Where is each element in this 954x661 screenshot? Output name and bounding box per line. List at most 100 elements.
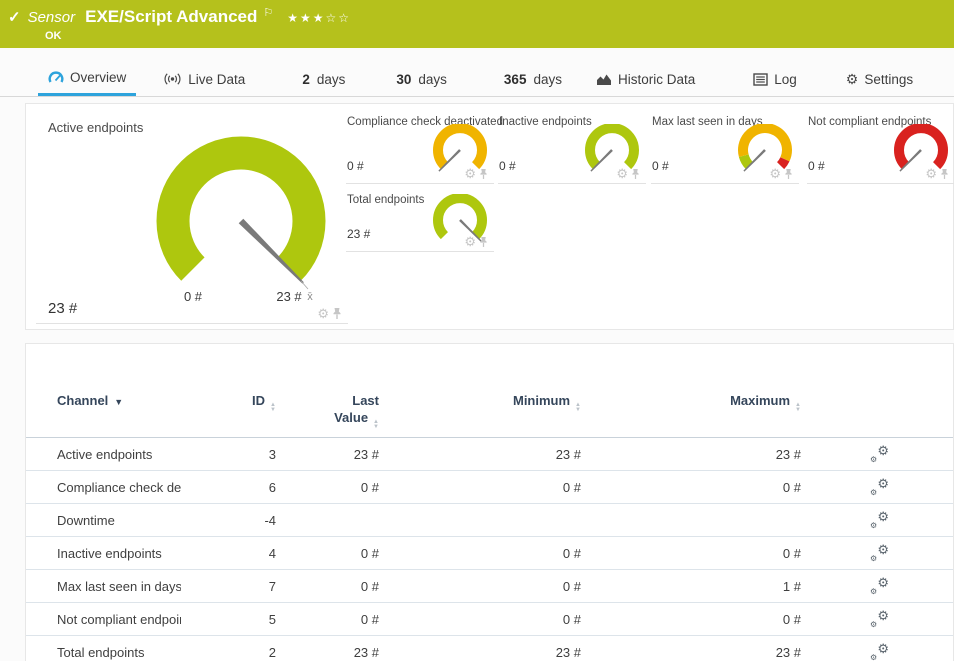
tab-bar: Overview Live Data 2 days 30 days 365 da…: [0, 62, 954, 97]
gauge-card-inactive-endpoints: Inactive endpoints 0 # ⚙: [498, 112, 646, 184]
column-label: Channel: [57, 393, 108, 408]
gauge-scale-min: 0 #: [184, 289, 203, 304]
gauge-card-not-compliant-endpoints: Not compliant endpoints 0 # ⚙: [807, 112, 954, 184]
sort-icon[interactable]: ▲▼: [795, 403, 801, 413]
channel-last-value-cell: 0 #: [276, 603, 379, 636]
sort-icon[interactable]: ▲▼: [575, 403, 581, 413]
column-label: Minimum: [513, 393, 570, 408]
pin-icon[interactable]: [332, 307, 342, 320]
column-header-maximum[interactable]: Maximum▲▼: [581, 384, 801, 438]
gauge-card-max-last-seen-in-days: Max last seen in days 0 # ⚙: [651, 112, 799, 184]
broadcast-icon: [163, 72, 182, 86]
channels-table: Channel ▼ ID ▲▼ Last Value ▲▼ Minimum ▲▼ Max…: [26, 384, 953, 661]
primary-gauge: x̄ 0 # 23 #: [131, 126, 361, 316]
gear-icon[interactable]: ⚙: [769, 167, 781, 180]
sort-icon[interactable]: ▲▼: [270, 403, 276, 413]
tab-365-days[interactable]: 365 days: [494, 62, 572, 96]
channel-settings-icon[interactable]: ⚙⚙: [871, 577, 889, 593]
channel-settings-icon[interactable]: ⚙⚙: [871, 478, 889, 494]
channel-minimum-cell: 0 #: [379, 537, 581, 570]
pin-icon[interactable]: [631, 168, 640, 180]
column-header-id[interactable]: ID ▲▼: [181, 384, 276, 438]
channel-maximum-cell: 1 #: [581, 570, 801, 603]
gear-icon[interactable]: ⚙: [464, 235, 476, 248]
gear-icon[interactable]: ⚙: [317, 307, 329, 320]
channel-name-cell: Active endpoints: [26, 438, 181, 471]
table-row[interactable]: Active endpoints 3 23 # 23 # 23 # ⚙⚙: [26, 438, 953, 471]
channel-id-cell: 7: [181, 570, 276, 603]
gauge-value: 23 #: [347, 227, 370, 241]
channel-last-value-cell: 0 #: [276, 471, 379, 504]
channel-settings-icon[interactable]: ⚙⚙: [871, 544, 889, 560]
channel-maximum-cell: 23 #: [581, 636, 801, 661]
channel-settings-icon[interactable]: ⚙⚙: [871, 610, 889, 626]
gear-icon: ⚙: [846, 72, 859, 86]
gauges-panel: Active endpoints x̄ 0 # 23 # 23 # ⚙ Comp…: [25, 103, 954, 330]
tab-live-data[interactable]: Live Data: [153, 62, 255, 96]
column-label: ID: [252, 393, 265, 408]
tab-label: Settings: [864, 72, 913, 87]
average-marker: x̄: [307, 291, 313, 303]
channel-maximum-cell: [581, 504, 801, 537]
pin-icon[interactable]: [784, 168, 793, 180]
tab-historic-data[interactable]: Historic Data: [586, 62, 705, 96]
tab-label: Overview: [70, 70, 126, 85]
column-header-minimum[interactable]: Minimum ▲▼: [379, 384, 581, 438]
channel-name-cell: Inactive endpoints: [26, 537, 181, 570]
area-chart-icon: [596, 73, 612, 86]
sensor-name: EXE/Script Advanced: [85, 7, 257, 27]
tab-label: days: [533, 72, 562, 87]
channel-last-value-cell: 0 #: [276, 570, 379, 603]
column-label: Value: [334, 410, 368, 425]
channel-last-value-cell: [276, 504, 379, 537]
pin-icon[interactable]: [479, 168, 488, 180]
tab-settings[interactable]: ⚙ Settings: [836, 62, 923, 96]
channel-id-cell: 4: [181, 537, 276, 570]
channels-panel: Channel ▼ ID ▲▼ Last Value ▲▼ Minimum ▲▼ Max…: [25, 343, 954, 661]
column-header-channel[interactable]: Channel ▼: [26, 384, 181, 438]
gauge-card-active-endpoints: Active endpoints x̄ 0 # 23 # 23 # ⚙: [36, 112, 348, 324]
channel-settings-icon[interactable]: ⚙⚙: [871, 511, 889, 527]
tab-number: 365: [504, 72, 527, 87]
channel-id-cell: 3: [181, 438, 276, 471]
channel-id-cell: 6: [181, 471, 276, 504]
table-row[interactable]: Total endpoints 2 23 # 23 # 23 # ⚙⚙: [26, 636, 953, 661]
column-header-last-value[interactable]: Last Value ▲▼: [276, 384, 379, 438]
gauge-card-compliance-check-deactivated: Compliance check deactivated 0 # ⚙: [346, 112, 494, 184]
gauge-scale-max: 23 #: [276, 289, 302, 304]
channel-minimum-cell: 0 #: [379, 570, 581, 603]
channel-minimum-cell: 0 #: [379, 471, 581, 504]
table-row[interactable]: Inactive endpoints 4 0 # 0 # 0 # ⚙⚙: [26, 537, 953, 570]
tab-overview[interactable]: Overview: [38, 62, 136, 96]
pin-icon[interactable]: [940, 168, 949, 180]
channel-settings-icon[interactable]: ⚙⚙: [871, 643, 889, 659]
table-row[interactable]: Not compliant endpoints 5 0 # 0 # 0 # ⚙⚙: [26, 603, 953, 636]
gauge-value: 23 #: [48, 300, 77, 317]
tab-label: Historic Data: [618, 72, 695, 87]
sort-icon[interactable]: ▲▼: [373, 420, 379, 430]
column-label: Last: [352, 393, 379, 408]
table-row[interactable]: Max last seen in days 7 0 # 0 # 1 # ⚙⚙: [26, 570, 953, 603]
priority-stars[interactable]: ★★★☆☆: [287, 11, 351, 25]
channel-maximum-cell: 23 #: [581, 438, 801, 471]
flag-icon[interactable]: ⚐: [263, 6, 273, 19]
channel-id-cell: 2: [181, 636, 276, 661]
tab-30-days[interactable]: 30 days: [386, 62, 457, 96]
gauge-value: 0 #: [347, 159, 364, 173]
table-row[interactable]: Downtime -4 ⚙⚙: [26, 504, 953, 537]
tab-log[interactable]: Log: [743, 62, 807, 96]
channel-maximum-cell: 0 #: [581, 471, 801, 504]
channel-settings-icon[interactable]: ⚙⚙: [871, 445, 889, 461]
table-row[interactable]: Compliance check deacti... 6 0 # 0 # 0 #…: [26, 471, 953, 504]
tab-2-days[interactable]: 2 days: [292, 62, 355, 96]
object-type-label: Sensor: [28, 9, 76, 26]
channel-name-cell: Not compliant endpoints: [26, 603, 181, 636]
channel-name-cell: Compliance check deacti...: [26, 471, 181, 504]
sort-desc-icon[interactable]: ▼: [114, 397, 123, 407]
channel-maximum-cell: 0 #: [581, 537, 801, 570]
pin-icon[interactable]: [479, 236, 488, 248]
tab-label: days: [418, 72, 447, 87]
gear-icon[interactable]: ⚙: [464, 167, 476, 180]
gear-icon[interactable]: ⚙: [616, 167, 628, 180]
gear-icon[interactable]: ⚙: [925, 167, 937, 180]
